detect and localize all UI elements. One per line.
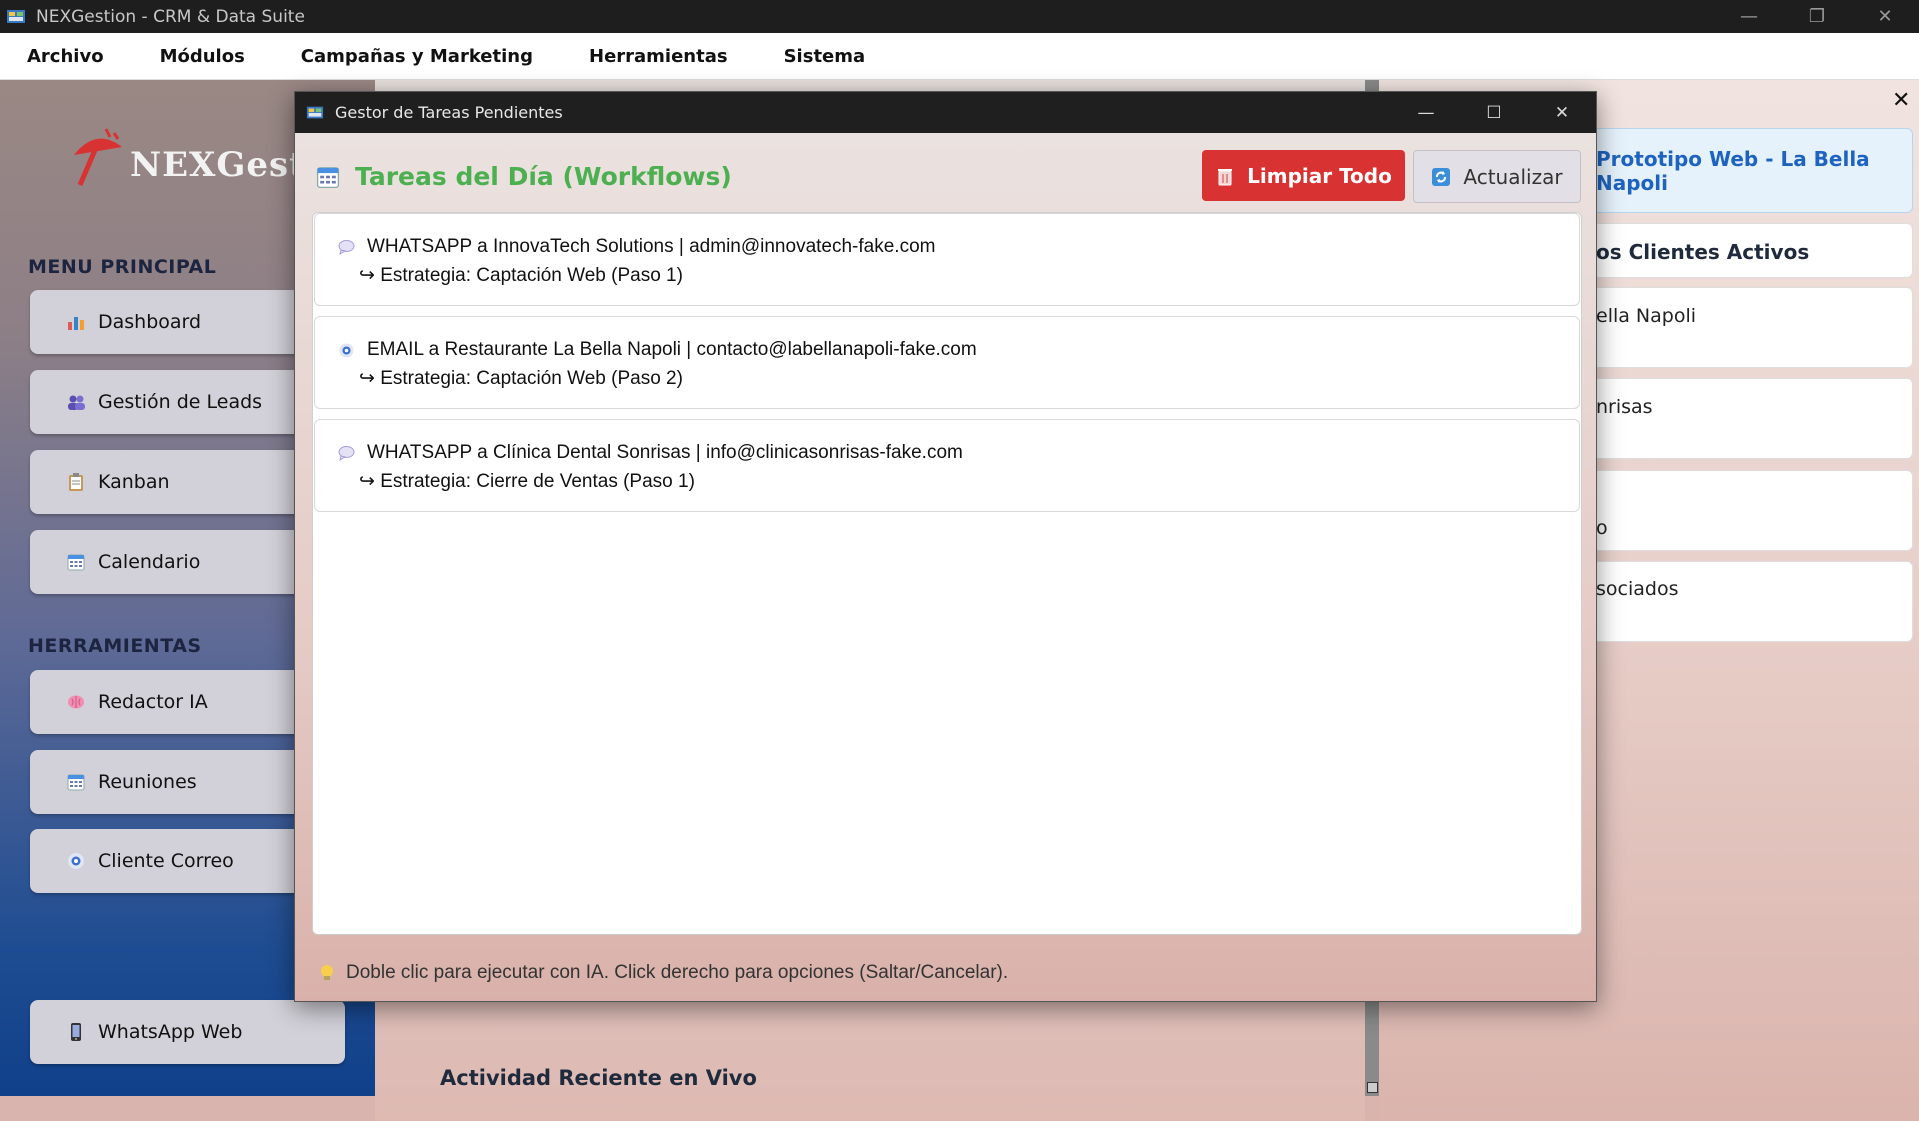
refresh-icon [1432,167,1451,186]
task-strategy: ↪ Estrategia: Captación Web (Paso 1) [359,265,683,286]
sidebar-item-label: Dashboard [98,311,202,333]
task-strategy: ↪ Estrategia: Captación Web (Paso 2) [359,368,683,389]
menu-bar: Archivo Módulos Campañas y Marketing Her… [0,33,1919,80]
task-item[interactable]: WHATSAPP a Clínica Dental Sonrisas | inf… [314,419,1580,512]
dialog-footer-hint: Doble clic para ejecutar con IA. Click d… [318,962,1008,984]
calendar-icon [66,772,86,792]
task-title: EMAIL a Restaurante La Bella Napoli | co… [367,339,977,360]
task-title: WHATSAPP a Clínica Dental Sonrisas | inf… [367,442,963,463]
minimize-window-button[interactable]: — [1715,0,1783,33]
task-item[interactable]: WHATSAPP a InnovaTech Solutions | admin@… [314,213,1580,306]
dialog-titlebar: Gestor de Tareas Pendientes — ☐ ✕ [295,92,1596,133]
brain-icon [66,692,86,712]
clipboard-icon [66,472,86,492]
activity-title: Actividad Reciente en Vivo [440,1066,757,1090]
menu-campanas-marketing[interactable]: Campañas y Marketing [273,46,561,67]
sidebar-item-label: Redactor IA [98,691,208,713]
email-icon [66,851,86,871]
menu-modulos[interactable]: Módulos [132,46,273,67]
close-window-button[interactable]: ✕ [1851,0,1919,33]
task-item[interactable]: EMAIL a Restaurante La Bella Napoli | co… [314,316,1580,409]
refresh-label: Actualizar [1463,164,1563,189]
project-card-title: Prototipo Web - La Bella Napoli [1596,147,1870,195]
umbrella-logo-icon [74,128,122,186]
client-item-label: sociados [1596,578,1679,600]
calendar-icon [66,552,86,572]
speech-bubble-icon [338,239,355,256]
task-title: WHATSAPP a InnovaTech Solutions | admin@… [367,236,936,257]
client-item-label: nrisas [1596,396,1653,418]
sidebar-item-label: Reuniones [98,771,197,793]
restore-window-button[interactable]: ❐ [1783,0,1851,33]
trash-icon [1218,168,1233,185]
dialog-title: Gestor de Tareas Pendientes [335,103,563,122]
clear-all-button[interactable]: Limpiar Todo [1202,150,1405,201]
menu-herramientas[interactable]: Herramientas [561,46,756,67]
sidebar-item-label: Cliente Correo [98,850,234,872]
herramientas-label: HERRAMIENTAS [28,635,202,657]
dialog-close-button[interactable]: ✕ [1528,92,1596,133]
window-title: NEXGestion - CRM & Data Suite [36,6,305,27]
resize-grip[interactable] [1367,1082,1378,1093]
users-icon [66,392,86,412]
sidebar-item-label: Gestión de Leads [98,391,263,413]
sidebar-item-label: Kanban [98,471,170,493]
menu-principal-label: MENU PRINCIPAL [28,256,217,278]
dialog-heading-text: Tareas del Día (Workflows) [355,162,732,191]
menu-archivo[interactable]: Archivo [0,46,132,67]
calendar-icon [316,166,340,188]
app-icon [7,9,25,23]
email-icon [338,342,355,359]
task-manager-dialog: Gestor de Tareas Pendientes — ☐ ✕ Tareas… [294,91,1597,1002]
sidebar-item-whatsapp-web[interactable]: WhatsApp Web [30,1000,345,1064]
client-item-label: o [1596,517,1608,539]
sidebar-item-label: Calendario [98,551,201,573]
task-strategy: ↪ Estrategia: Cierre de Ventas (Paso 1) [359,471,695,492]
right-panel-close-icon[interactable]: ✕ [1892,88,1910,113]
dialog-maximize-button[interactable]: ☐ [1460,92,1528,133]
bar-chart-icon [66,312,86,332]
app-icon [306,106,324,118]
lightbulb-icon [321,965,333,980]
dialog-heading: Tareas del Día (Workflows) [315,162,732,191]
sidebar-item-label: WhatsApp Web [98,1021,243,1043]
clear-all-label: Limpiar Todo [1247,163,1392,188]
dialog-minimize-button[interactable]: — [1392,92,1460,133]
clients-section-title: os Clientes Activos [1596,240,1810,264]
task-list[interactable]: WHATSAPP a InnovaTech Solutions | admin@… [312,212,1582,935]
window-titlebar: NEXGestion - CRM & Data Suite — ❐ ✕ [0,0,1919,33]
client-item-label: ella Napoli [1596,305,1697,327]
refresh-button[interactable]: Actualizar [1413,150,1581,203]
speech-bubble-icon [338,445,355,462]
menu-sistema[interactable]: Sistema [756,46,894,67]
footer-hint-text: Doble clic para ejecutar con IA. Click d… [346,962,1009,983]
phone-icon [66,1022,86,1042]
